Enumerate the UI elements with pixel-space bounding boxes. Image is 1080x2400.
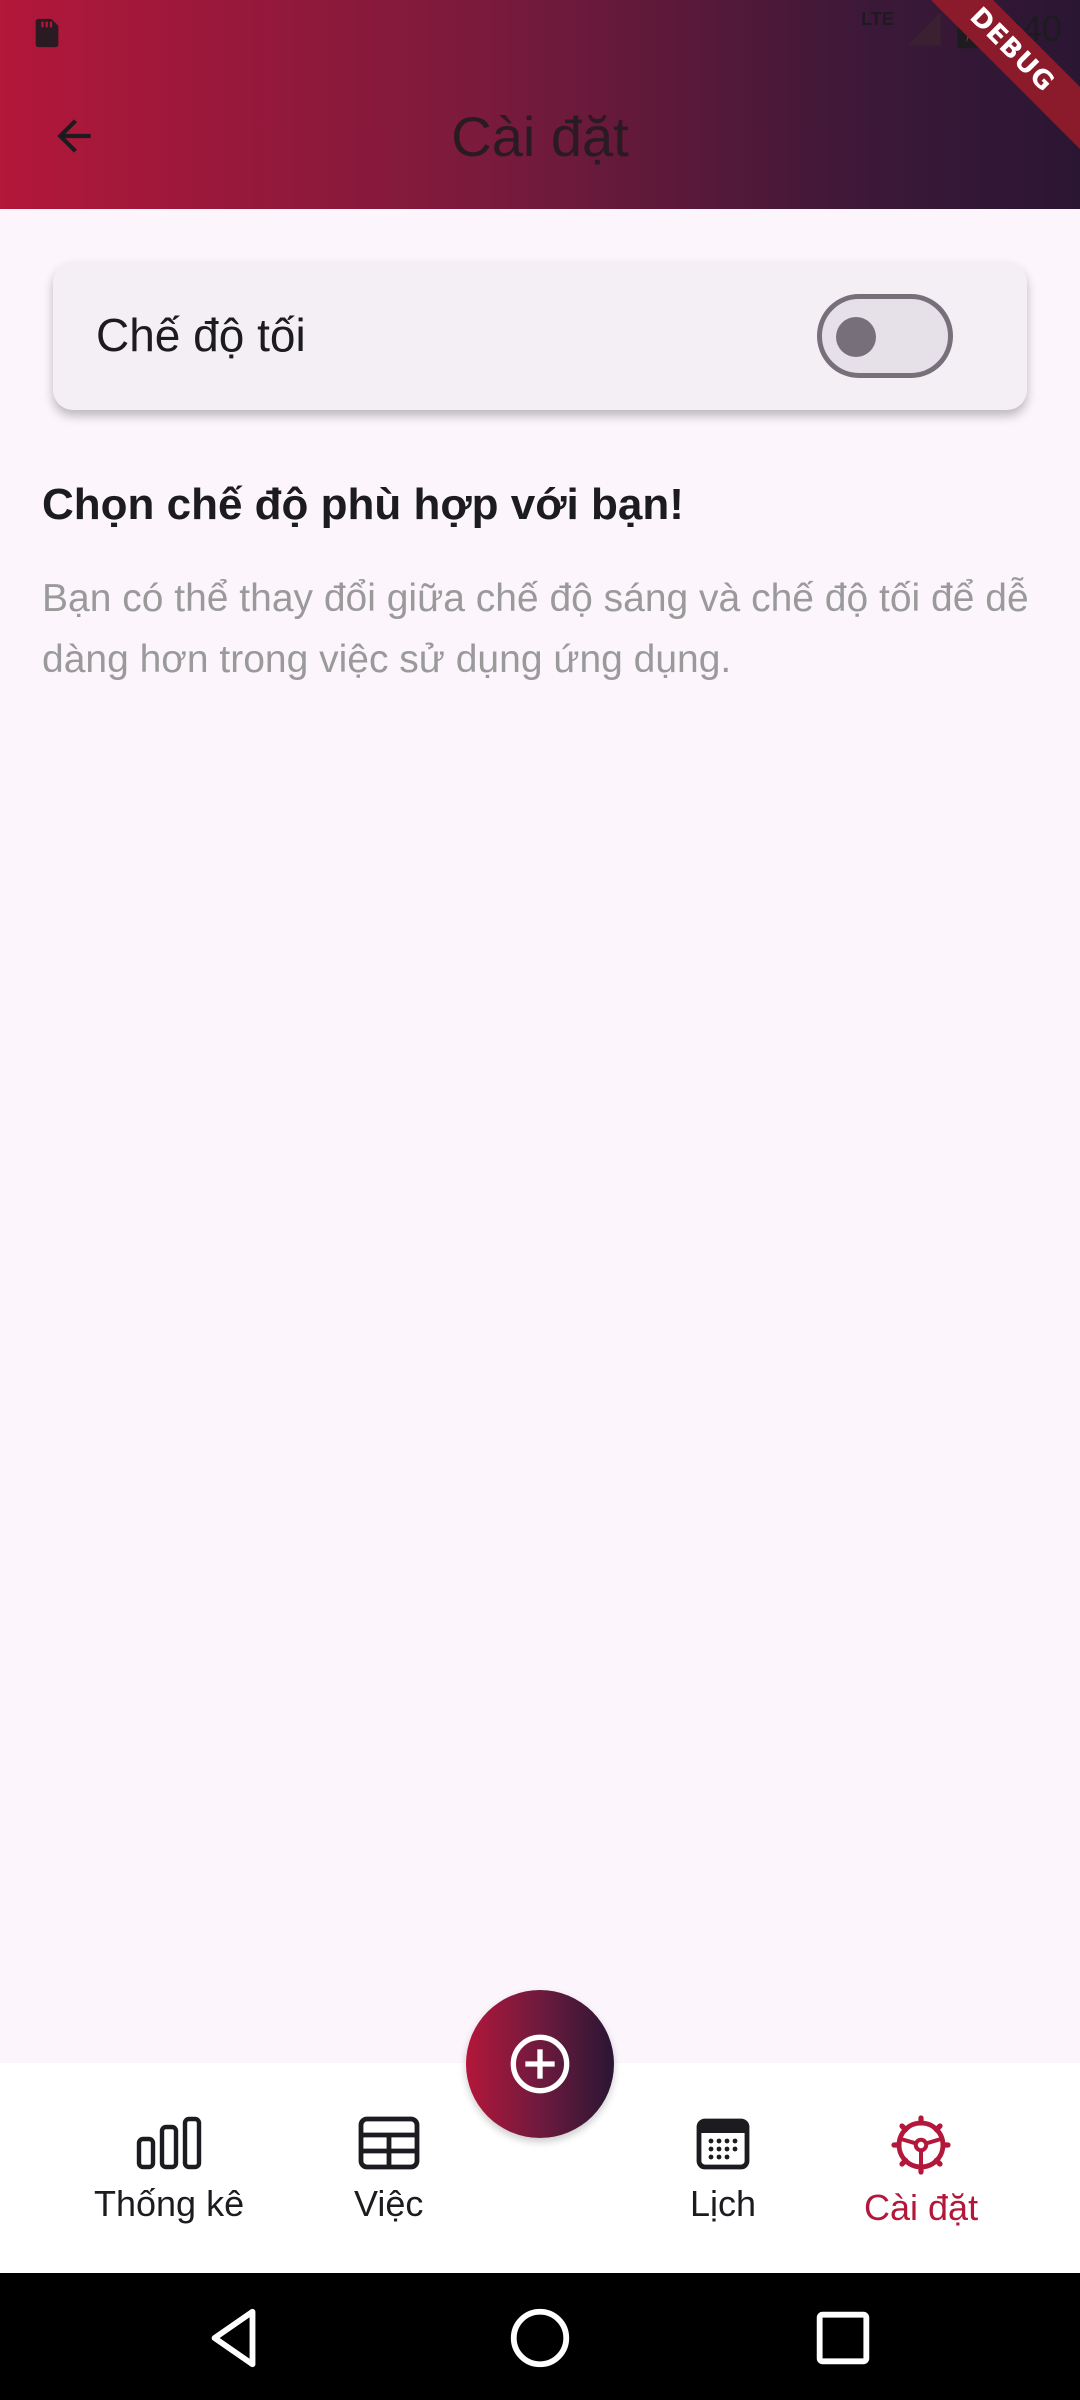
table-icon (358, 2116, 420, 2170)
bar-chart-icon (136, 2116, 202, 2170)
nav-label-calendar: Lịch (690, 2183, 757, 2224)
nav-item-calendar[interactable]: Lịch (690, 2115, 756, 2225)
nav-item-statistics[interactable]: Thống kê (94, 2115, 244, 2225)
sd-card-icon (35, 18, 59, 48)
calendar-icon (696, 2118, 750, 2170)
dark-mode-toggle[interactable] (817, 294, 953, 378)
settings-description: Bạn có thể thay đổi giữa chế độ sáng và … (42, 577, 1029, 681)
add-task-fab[interactable] (466, 1990, 614, 2138)
signal-icon (907, 12, 941, 46)
nav-label-settings: Cài đặt (864, 2187, 979, 2228)
network-type: LTE (861, 8, 894, 29)
system-navigation-bar (0, 2273, 1080, 2400)
recents-square-icon[interactable] (808, 2303, 878, 2373)
nav-item-settings[interactable]: Cài đặt (864, 2115, 978, 2229)
nav-label-statistics: Thống kê (94, 2183, 245, 2224)
steering-wheel-icon (891, 2115, 951, 2175)
add-circle-icon (510, 2034, 570, 2094)
dark-mode-label: Chế độ tối (96, 309, 306, 361)
back-triangle-icon[interactable] (200, 2303, 270, 2373)
page-title: Cài đặt (451, 105, 629, 168)
nav-item-tasks[interactable]: Việc (354, 2115, 423, 2225)
toggle-knob (836, 317, 876, 357)
nav-label-tasks: Việc (354, 2183, 424, 2224)
status-bar: LTE 3:40 (0, 0, 1080, 64)
settings-heading: Chọn chế độ phù hợp với bạn! (42, 480, 684, 529)
home-circle-icon[interactable] (505, 2303, 575, 2373)
app-bar: LTE 3:40 DEBUG Cài đặt (0, 0, 1080, 209)
dark-mode-card: Chế độ tối (53, 262, 1027, 410)
